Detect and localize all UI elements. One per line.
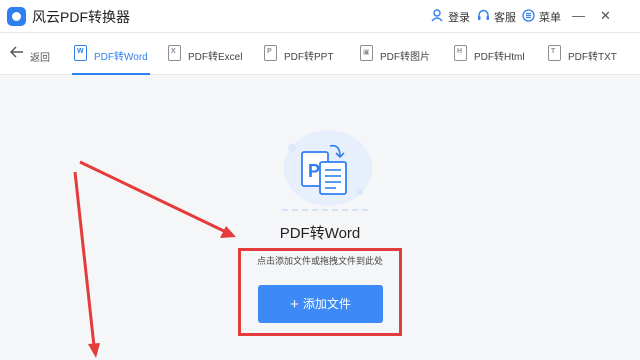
page-heading: PDF转Word: [279, 225, 361, 242]
app-logo-icon: [7, 7, 26, 26]
txt-file-icon: T: [548, 45, 561, 61]
close-button[interactable]: ✕: [600, 8, 611, 24]
app-title: 风云PDF转换器: [32, 9, 130, 25]
drop-zone[interactable]: P PDF转Word 点击添加文件或拖拽文件到此处 + 添加文件: [0, 76, 640, 360]
tool-tabs-bar: 返回 W PDF转Word X PDF转Excel P PDF转PPT ▣ PD…: [0, 33, 640, 75]
service-link[interactable]: 客服: [494, 9, 516, 25]
tab-label: PDF转Html: [474, 52, 525, 63]
image-file-icon: ▣: [360, 45, 373, 61]
menu-link[interactable]: 菜单: [539, 9, 561, 25]
pdf-to-word-illustration-icon: P: [282, 130, 372, 211]
html-file-icon: H: [454, 45, 467, 61]
tab-label: PDF转TXT: [568, 52, 617, 63]
menu-icon[interactable]: [522, 9, 535, 22]
active-tab-indicator: [72, 73, 150, 75]
minimize-button[interactable]: —: [572, 8, 585, 23]
tab-label: PDF转PPT: [284, 52, 334, 63]
tab-label: PDF转Excel: [188, 52, 243, 63]
ppt-file-icon: P: [264, 45, 277, 61]
back-arrow-icon[interactable]: [10, 46, 24, 58]
word-file-icon: W: [74, 45, 87, 61]
user-icon[interactable]: [431, 9, 443, 22]
headset-icon[interactable]: [477, 9, 490, 22]
tab-label: PDF转Word: [94, 52, 148, 63]
tab-label: PDF转图片: [380, 52, 430, 63]
login-link[interactable]: 登录: [448, 9, 470, 25]
illustration-letter: P: [308, 161, 320, 181]
back-button[interactable]: 返回: [30, 49, 50, 64]
excel-file-icon: X: [168, 45, 181, 61]
annotation-highlight-box: [238, 248, 402, 336]
title-bar: 风云PDF转换器 登录 客服 菜单 — ✕: [0, 0, 640, 33]
